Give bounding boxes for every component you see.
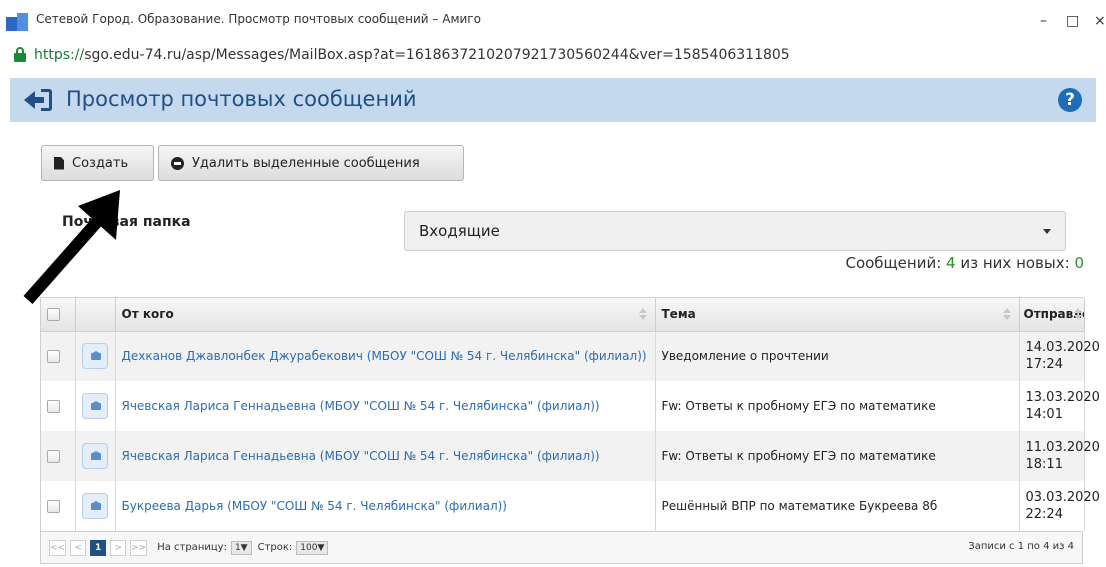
- next-page-button[interactable]: >: [110, 539, 127, 556]
- message-count: Сообщений: 4 из них новых: 0: [845, 254, 1084, 272]
- per-page-label: На страницу:: [157, 542, 227, 553]
- sender-link[interactable]: Букреева Дарья (МБОУ "СОШ № 54 г. Челяби…: [115, 481, 656, 531]
- rows-label: Строк:: [257, 542, 293, 553]
- help-icon[interactable]: ?: [1058, 88, 1082, 112]
- envelope-open-icon[interactable]: [81, 393, 108, 419]
- per-page-select[interactable]: 1▼: [230, 540, 252, 555]
- table-row[interactable]: Ячевская Лариса Геннадьевна (МБОУ "СОШ №…: [41, 431, 1100, 481]
- row-checkbox[interactable]: [47, 449, 60, 463]
- annotation-arrow-icon: [23, 190, 120, 304]
- new-messages-count: 0: [1074, 254, 1084, 272]
- sender-link[interactable]: Дехканов Джавлонбек Джурабекович (МБОУ "…: [115, 331, 656, 381]
- sender-link[interactable]: Ячевская Лариса Геннадьевна (МБОУ "СОШ №…: [115, 431, 656, 481]
- last-page-button[interactable]: >>: [130, 539, 148, 556]
- current-page-button[interactable]: 1: [90, 539, 107, 556]
- row-checkbox[interactable]: [47, 349, 60, 363]
- records-info: Записи с 1 по 4 из 4: [968, 541, 1074, 552]
- url-rest: sgo.edu-74.ru/asp/Messages/MailBox.asp?a…: [84, 47, 790, 63]
- sent-time: 18:11: [1025, 457, 1063, 472]
- envelope-open-icon[interactable]: [81, 493, 108, 519]
- first-page-button[interactable]: <<: [49, 539, 67, 556]
- prev-page-button[interactable]: <: [70, 539, 87, 556]
- delete-selected-button[interactable]: Удалить выделенные сообщения: [158, 145, 464, 181]
- messages-count: 4: [946, 254, 956, 272]
- column-header-from[interactable]: От кого: [115, 298, 656, 332]
- sent-date: 03.03.2020: [1025, 490, 1100, 505]
- envelope-open-icon[interactable]: [81, 443, 108, 469]
- sort-icon: [1002, 308, 1011, 320]
- sort-icon: [638, 308, 647, 320]
- sent-time: 22:24: [1025, 507, 1063, 522]
- page-title: Просмотр почтовых сообщений: [66, 87, 417, 111]
- lock-icon: [14, 47, 26, 63]
- row-checkbox[interactable]: [47, 499, 60, 513]
- sent-date: 14.03.2020: [1025, 340, 1100, 356]
- table-header-row: От кого Тема Отправлено: [41, 298, 1085, 332]
- rows-select[interactable]: 100▼: [296, 540, 329, 555]
- envelope-open-icon[interactable]: [81, 343, 108, 370]
- sender-link[interactable]: Ячевская Лариса Геннадьевна (МБОУ "СОШ №…: [115, 381, 656, 431]
- browser-app-icon: [6, 13, 28, 31]
- maximize-button[interactable]: □: [1066, 12, 1079, 30]
- url-scheme: https://: [34, 47, 85, 63]
- delete-button-label: Удалить выделенные сообщения: [192, 155, 420, 171]
- folder-select[interactable]: Входящие: [404, 211, 1066, 251]
- sent-date: 11.03.2020: [1025, 440, 1100, 455]
- minimize-button[interactable]: –: [1040, 12, 1047, 30]
- select-all-checkbox[interactable]: [47, 308, 60, 322]
- column-header-from-label: От кого: [121, 307, 174, 322]
- message-subject[interactable]: Fw: Ответы к пробному ЕГЭ по математике: [655, 431, 1020, 481]
- column-header-subject-label: Тема: [661, 307, 696, 322]
- message-subject[interactable]: Уведомление о прочтении: [655, 331, 1020, 381]
- column-header-subject[interactable]: Тема: [655, 298, 1020, 332]
- column-header-sent[interactable]: Отправлено: [1019, 298, 1085, 332]
- new-messages-label: из них новых:: [960, 254, 1070, 272]
- url-text[interactable]: https://sgo.edu-74.ru/asp/Messages/MailB…: [34, 47, 790, 63]
- messages-label: Сообщений:: [845, 254, 942, 272]
- sent-time: 17:24: [1025, 357, 1063, 373]
- close-button[interactable]: ×: [1094, 12, 1106, 30]
- address-bar[interactable]: https://sgo.edu-74.ru/asp/Messages/MailB…: [0, 42, 1106, 70]
- message-subject[interactable]: Fw: Ответы к пробному ЕГЭ по математике: [655, 381, 1020, 431]
- table-row[interactable]: Ячевская Лариса Геннадьевна (МБОУ "СОШ №…: [41, 381, 1100, 431]
- sent-datetime: 14.03.2020 17:24: [1019, 331, 1100, 381]
- message-subject[interactable]: Решённый ВПР по математике Букреева 8б: [655, 481, 1020, 531]
- sort-icon: [1073, 308, 1082, 320]
- sent-datetime: 03.03.2020 22:24: [1019, 481, 1100, 531]
- folder-select-value: Входящие: [419, 222, 500, 240]
- pager: << < 1 > >> На страницу: 1▼ Строк: 100▼ …: [41, 531, 1082, 563]
- page-header: Просмотр почтовых сообщений ?: [10, 78, 1096, 122]
- back-icon[interactable]: [24, 88, 52, 112]
- window-title-bar: Сетевой Город. Образование. Просмотр поч…: [0, 0, 1106, 42]
- caret-down-icon: [1043, 228, 1051, 234]
- row-checkbox[interactable]: [47, 399, 60, 413]
- minus-circle-icon: [171, 156, 184, 170]
- sent-time: 14:01: [1025, 407, 1063, 422]
- sent-datetime: 11.03.2020 18:11: [1019, 431, 1100, 481]
- sent-datetime: 13.03.2020 14:01: [1019, 381, 1100, 431]
- table-row[interactable]: Букреева Дарья (МБОУ "СОШ № 54 г. Челяби…: [41, 481, 1100, 531]
- table-row[interactable]: Дехканов Джавлонбек Джурабекович (МБОУ "…: [41, 331, 1100, 381]
- sent-date: 13.03.2020: [1025, 390, 1100, 405]
- messages-table: От кого Тема Отправлено Дехканов Джавлон…: [40, 297, 1100, 564]
- window-title: Сетевой Город. Образование. Просмотр поч…: [36, 12, 481, 26]
